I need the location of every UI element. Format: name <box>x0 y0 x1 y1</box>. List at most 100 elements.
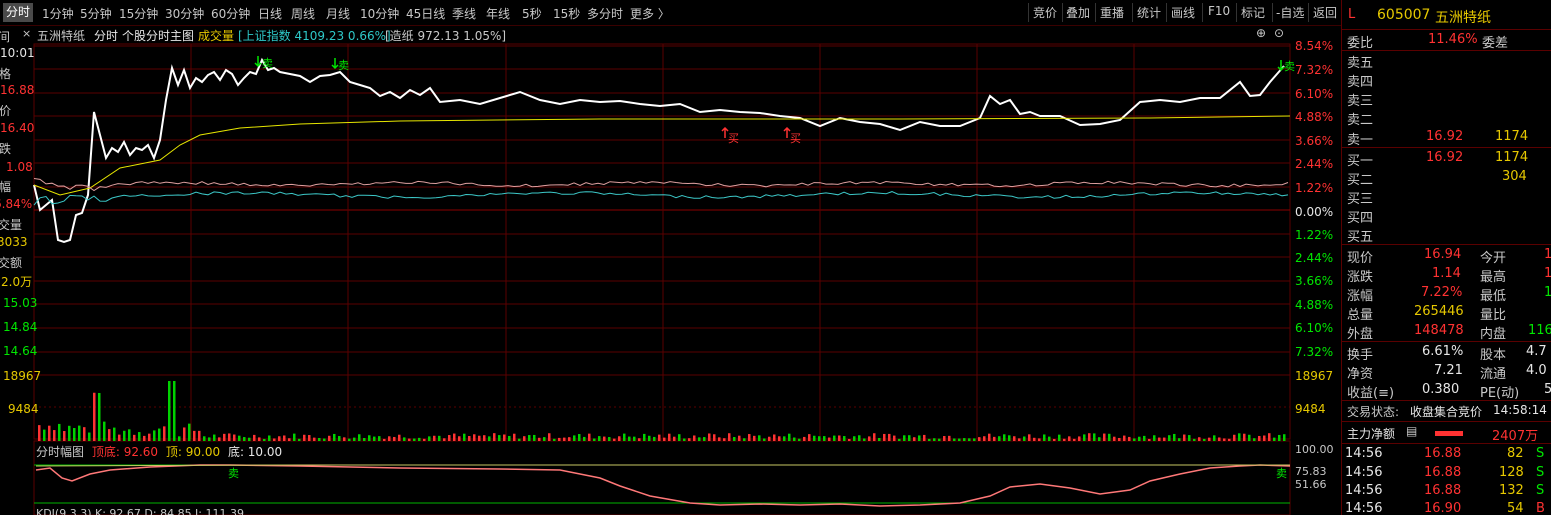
volume-bar <box>313 437 316 441</box>
price-scale-low-3: 14.64 <box>3 344 38 358</box>
volume-bar <box>1068 436 1071 441</box>
volume-bar <box>728 433 731 441</box>
volume-bar <box>698 437 701 441</box>
volume-bar <box>213 434 216 441</box>
volume-bar <box>748 434 751 441</box>
volume-bar <box>768 436 771 441</box>
volume-bar <box>228 433 231 441</box>
volume-bar <box>828 437 831 441</box>
volume-bar <box>393 436 396 441</box>
volume-bar <box>283 435 286 441</box>
tick-time: 14:56 <box>1345 446 1383 461</box>
volume-bar <box>738 435 741 441</box>
signal-markers <box>254 56 1285 138</box>
stat-label: 今开 <box>1480 251 1507 266</box>
volume-bar <box>428 436 431 441</box>
volume-bar <box>1048 436 1051 441</box>
volume-bar <box>983 436 986 441</box>
volume-bar <box>703 437 706 441</box>
oscillator-line <box>35 464 1291 507</box>
stat-value: 16.94 <box>1424 247 1462 262</box>
divider <box>1342 341 1551 342</box>
volume-bar <box>353 437 356 441</box>
volume-bar <box>598 436 601 441</box>
tick-volume: 54 <box>1507 501 1524 515</box>
stat-value: 148478 <box>1414 323 1464 338</box>
volume-bar <box>63 431 66 441</box>
volume-bar <box>628 436 631 441</box>
ask-label: 卖一 <box>1347 133 1374 148</box>
volume-bar <box>1083 434 1086 441</box>
volume-bar <box>653 436 656 441</box>
volume-bar <box>963 438 966 441</box>
ask-label: 卖三 <box>1347 94 1374 109</box>
stock-name: 五洲特纸 <box>1435 10 1491 26</box>
change-label: 跌 <box>0 142 12 156</box>
volume-bar <box>453 433 456 441</box>
ask-volume: 1174 <box>1495 129 1529 144</box>
volume-bar <box>603 436 606 441</box>
volume-bar <box>718 437 721 441</box>
osc-sell-signal-1: 卖 <box>228 467 239 480</box>
oscillator-base-value: 底: 10.00 <box>227 445 283 459</box>
volume-bar <box>288 438 291 441</box>
volume-bar <box>518 438 521 441</box>
volume-bar <box>658 434 661 441</box>
volume-bar <box>373 436 376 441</box>
stat-value: 116 <box>1528 323 1551 338</box>
volume-bar <box>1278 434 1281 441</box>
volume-bar <box>1243 433 1246 441</box>
volume-bar <box>1153 435 1156 441</box>
volume-bar <box>218 437 221 441</box>
volume-bar <box>328 435 331 441</box>
volume-bar <box>958 438 961 441</box>
volume-bar <box>153 430 156 441</box>
volume-bar <box>363 438 366 441</box>
tick-volume: 128 <box>1499 465 1524 480</box>
volume-bar <box>78 425 81 441</box>
volume-bar <box>503 434 506 441</box>
axis-pct-down-6: 7.32% <box>1295 345 1334 359</box>
volume-bar <box>1073 438 1076 441</box>
volume-bar <box>1013 436 1016 441</box>
volume-bar <box>118 434 121 441</box>
axis-pct-up-7: 8.54% <box>1295 39 1334 53</box>
volume-bar <box>868 436 871 441</box>
volume-bar <box>733 436 736 441</box>
volume-bar <box>923 434 926 441</box>
volume-bar <box>1163 437 1166 441</box>
timeshare-chart[interactable] <box>0 0 1341 515</box>
volume-bar <box>823 436 826 441</box>
stat-label: 最低 <box>1480 289 1507 304</box>
volume-bar <box>253 434 256 441</box>
volume-bar <box>263 438 266 441</box>
volume-bar <box>1188 435 1191 441</box>
list-icon[interactable]: ▤ <box>1406 424 1417 438</box>
volume-bar <box>978 437 981 441</box>
webi-label: 委比 <box>1347 36 1374 51</box>
stat-label: 量比 <box>1480 308 1507 323</box>
volume-bar <box>1133 438 1136 441</box>
volume-bar <box>148 433 151 441</box>
volume-bar <box>1193 438 1196 441</box>
axis-osc-top: 100.00 <box>1295 443 1334 456</box>
volume-bar <box>1128 436 1131 441</box>
axis-pct-down-1: 1.22% <box>1295 228 1334 242</box>
volume-bar <box>1283 434 1286 441</box>
volume-bar <box>633 436 636 441</box>
volume-bar <box>688 438 691 441</box>
volume-bar <box>618 436 621 441</box>
sector-overlay-line <box>33 178 1289 192</box>
osc-sell-signal-2: 卖 <box>1276 467 1287 480</box>
volume-bar <box>673 436 676 441</box>
volume-bar <box>48 425 51 441</box>
volume-bar <box>853 436 856 441</box>
volume-bar <box>413 438 416 441</box>
volume-bar <box>168 381 171 441</box>
stat-label: 最高 <box>1480 270 1507 285</box>
volume-bar <box>1263 435 1266 441</box>
volume-bar <box>1223 438 1226 441</box>
volume-bar <box>973 438 976 441</box>
volume-bar <box>348 438 351 441</box>
volume-bar <box>683 438 686 441</box>
